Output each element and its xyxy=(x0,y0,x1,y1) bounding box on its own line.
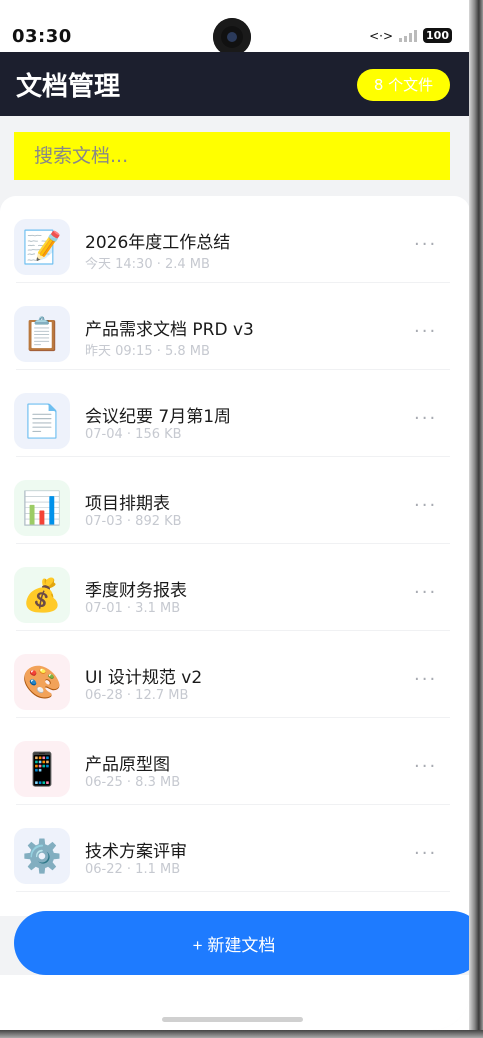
file-meta: 昨天 09:15 · 5.8 MB xyxy=(85,344,210,359)
file-meta: 07-01 · 3.1 MB xyxy=(85,601,181,616)
file-row[interactable]: 📱 产品原型图 06-25 · 8.3 MB ··· xyxy=(0,718,470,805)
file-meta: 06-22 · 1.1 MB xyxy=(85,862,181,877)
mobile-phone-icon: 📱 xyxy=(14,741,70,797)
page-icon: 📄 xyxy=(14,393,70,449)
file-row[interactable]: 📊 项目排期表 07-03 · 892 KB ··· xyxy=(0,457,470,544)
file-name: 会议纪要 7月第1周 xyxy=(85,407,232,427)
file-list: 📝 2026年度工作总结今天 14:30 · 2.4 MB ··· 📋 产品需求文档 P… xyxy=(0,196,470,916)
bar-chart-icon: 📊 xyxy=(14,480,70,536)
battery-icon: 100 xyxy=(423,28,452,43)
page-title: 文档管理 xyxy=(16,72,121,102)
home-indicator[interactable] xyxy=(162,1017,303,1022)
status-time: 03:30 xyxy=(12,26,72,47)
gear-icon: ⚙️ xyxy=(14,828,70,884)
device-frame-edge xyxy=(469,0,483,1038)
more-options-icon[interactable]: ··· xyxy=(414,669,437,690)
file-name: 季度财务报表 xyxy=(85,581,187,601)
file-name: UI 设计规范 v2 xyxy=(85,668,203,688)
more-options-icon[interactable]: ··· xyxy=(414,321,437,342)
signal-icon xyxy=(399,29,418,42)
file-row[interactable]: 📝 2026年度工作总结今天 14:30 · 2.4 MB ··· xyxy=(0,196,470,283)
system-icons: <·> 100 xyxy=(369,28,452,43)
front-camera xyxy=(213,18,251,56)
file-count-badge: 8 个文件 xyxy=(357,69,450,101)
more-options-icon[interactable]: ··· xyxy=(414,582,437,603)
file-name: 产品需求文档 PRD v3 xyxy=(85,320,254,340)
money-bag-icon: 💰 xyxy=(14,567,70,623)
more-options-icon[interactable]: ··· xyxy=(414,756,437,777)
file-name: 2026年度工作总结 xyxy=(85,233,231,253)
device-frame-bottom xyxy=(0,1030,483,1038)
file-row[interactable]: 📄 会议纪要 7月第1周 07-04 · 156 KB ··· xyxy=(0,370,470,457)
palette-icon: 🎨 xyxy=(14,654,70,710)
file-row[interactable]: 💰 季度财务报表 07-01 · 3.1 MB ··· xyxy=(0,544,470,631)
app-screen: 03:30 <·> 100 文档管理 8 个文件 📝 2026年度工作总结今天 1… xyxy=(0,0,470,1030)
data-transfer-icon: <·> xyxy=(369,28,394,43)
memo-icon: 📝 xyxy=(14,219,70,275)
app-header: 文档管理 8 个文件 xyxy=(0,52,470,116)
more-options-icon[interactable]: ··· xyxy=(414,495,437,516)
file-row[interactable]: 📋 产品需求文档 PRD v3 昨天 09:15 · 5.8 MB ··· xyxy=(0,283,470,370)
search-area xyxy=(0,116,470,196)
file-meta: 今天 14:30 · 2.4 MB xyxy=(85,257,210,272)
row-divider xyxy=(16,891,450,892)
file-row[interactable]: 🎨 UI 设计规范 v2 06-28 · 12.7 MB ··· xyxy=(0,631,470,718)
file-row[interactable]: ⚙️ 技术方案评审 06-22 · 1.1 MB ··· xyxy=(0,805,470,892)
file-meta: 06-25 · 8.3 MB xyxy=(85,775,181,790)
file-name: 产品原型图 xyxy=(85,755,170,775)
more-options-icon[interactable]: ··· xyxy=(414,843,437,864)
phone-device: 03:30 <·> 100 文档管理 8 个文件 📝 2026年度工作总结今天 1… xyxy=(0,0,483,1038)
file-name: 技术方案评审 xyxy=(85,842,187,862)
file-name: 项目排期表 xyxy=(85,494,170,514)
new-document-button[interactable]: + 新建文档 xyxy=(14,911,483,975)
more-options-icon[interactable]: ··· xyxy=(414,234,437,255)
file-meta: 06-28 · 12.7 MB xyxy=(85,688,189,703)
more-options-icon[interactable]: ··· xyxy=(414,408,437,429)
clipboard-icon: 📋 xyxy=(14,306,70,362)
file-meta: 07-04 · 156 KB xyxy=(85,427,182,442)
search-input[interactable] xyxy=(14,132,450,180)
file-meta: 07-03 · 892 KB xyxy=(85,514,182,529)
status-bar: 03:30 <·> 100 xyxy=(0,0,470,56)
